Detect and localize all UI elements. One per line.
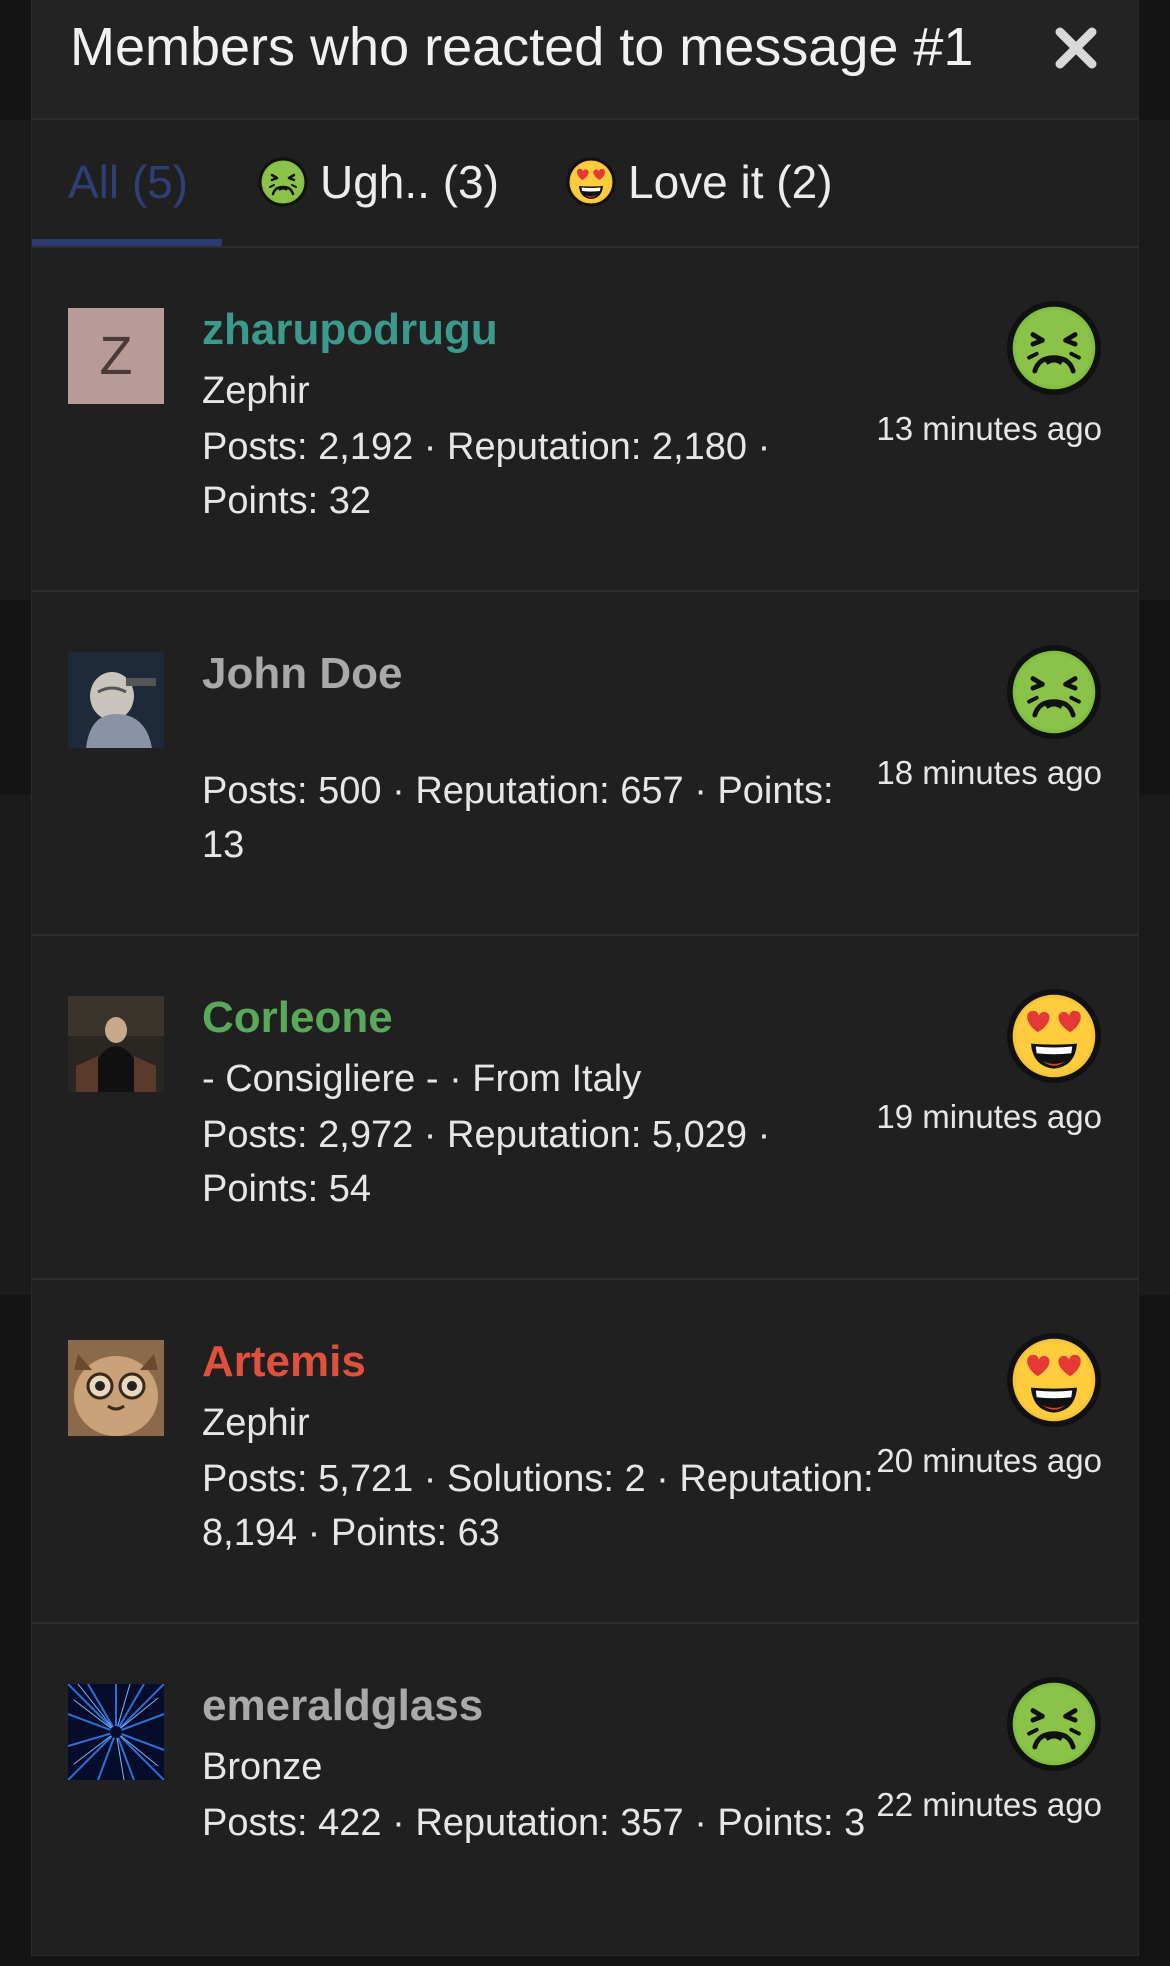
avatar[interactable] <box>68 652 164 748</box>
member-name[interactable]: John Doe <box>202 646 402 702</box>
list-item: emeraldglass Bronze Posts: 422 · Reputat… <box>32 1624 1138 1966</box>
reactions-dialog: Members who reacted to message #1 All (5… <box>32 0 1138 1955</box>
member-name[interactable]: Corleone <box>202 990 393 1046</box>
tab-ugh-label: Ugh.. (3) <box>320 156 499 208</box>
active-tab-indicator <box>32 239 222 246</box>
reaction-time: 22 minutes ago <box>876 1786 1102 1823</box>
member-title: Bronze <box>202 1746 323 1788</box>
tab-love-it-label: Love it (2) <box>628 156 833 208</box>
member-stats: Posts: 500 · Reputation: 657 · Points: 1… <box>202 770 834 866</box>
nauseated-face-icon <box>258 157 308 207</box>
reaction-filter-tabs: All (5) Ugh.. (3) Love it (2) <box>32 120 1138 248</box>
heart-eyes-face-icon <box>566 157 616 207</box>
member-title: - Consigliere - · From Italy <box>202 1058 642 1100</box>
tab-love-it[interactable]: Love it (2) <box>566 120 833 244</box>
dialog-header: Members who reacted to message #1 <box>32 0 1138 120</box>
avatar[interactable] <box>68 1340 164 1436</box>
dialog-title: Members who reacted to message #1 <box>70 17 974 77</box>
avatar[interactable] <box>68 996 164 1092</box>
member-stats: Posts: 2,192 · Reputation: 2,180 · Point… <box>202 426 771 522</box>
tab-all[interactable]: All (5) <box>32 120 224 246</box>
reaction-time: 20 minutes ago <box>876 1442 1102 1479</box>
member-name[interactable]: zharupodrugu <box>202 302 498 358</box>
reaction-time: 13 minutes ago <box>876 410 1102 447</box>
nauseated-face-icon <box>1006 1676 1102 1772</box>
reaction-time: 19 minutes ago <box>876 1098 1102 1135</box>
avatar[interactable] <box>68 1684 164 1780</box>
member-name[interactable]: Artemis <box>202 1334 366 1390</box>
avatar[interactable]: Z <box>68 308 164 404</box>
reaction-time: 18 minutes ago <box>876 754 1102 791</box>
member-title: Zephir <box>202 1402 310 1444</box>
nauseated-face-icon <box>1006 300 1102 396</box>
member-stats: Posts: 422 · Reputation: 357 · Points: 3 <box>202 1802 866 1844</box>
tab-all-label: All (5) <box>67 156 189 208</box>
tab-ugh[interactable]: Ugh.. (3) <box>258 120 499 244</box>
list-item: John Doe Posts: 500 · Reputation: 657 · … <box>32 592 1138 936</box>
avatar-letter: Z <box>100 326 133 386</box>
member-stats: Posts: 5,721 · Solutions: 2 · Reputation… <box>202 1458 874 1554</box>
list-item: Artemis Zephir Posts: 5,721 · Solutions:… <box>32 1280 1138 1624</box>
nauseated-face-icon <box>1006 644 1102 740</box>
heart-eyes-face-icon <box>1006 1332 1102 1428</box>
list-item: Z zharupodrugu Zephir Posts: 2,192 · Rep… <box>32 248 1138 592</box>
close-button[interactable] <box>1048 20 1104 76</box>
list-item: Corleone - Consigliere - · From Italy Po… <box>32 936 1138 1280</box>
member-title: Zephir <box>202 370 310 412</box>
heart-eyes-face-icon <box>1006 988 1102 1084</box>
member-stats: Posts: 2,972 · Reputation: 5,029 · Point… <box>202 1114 771 1210</box>
close-icon <box>1055 27 1097 69</box>
member-name[interactable]: emeraldglass <box>202 1678 483 1734</box>
